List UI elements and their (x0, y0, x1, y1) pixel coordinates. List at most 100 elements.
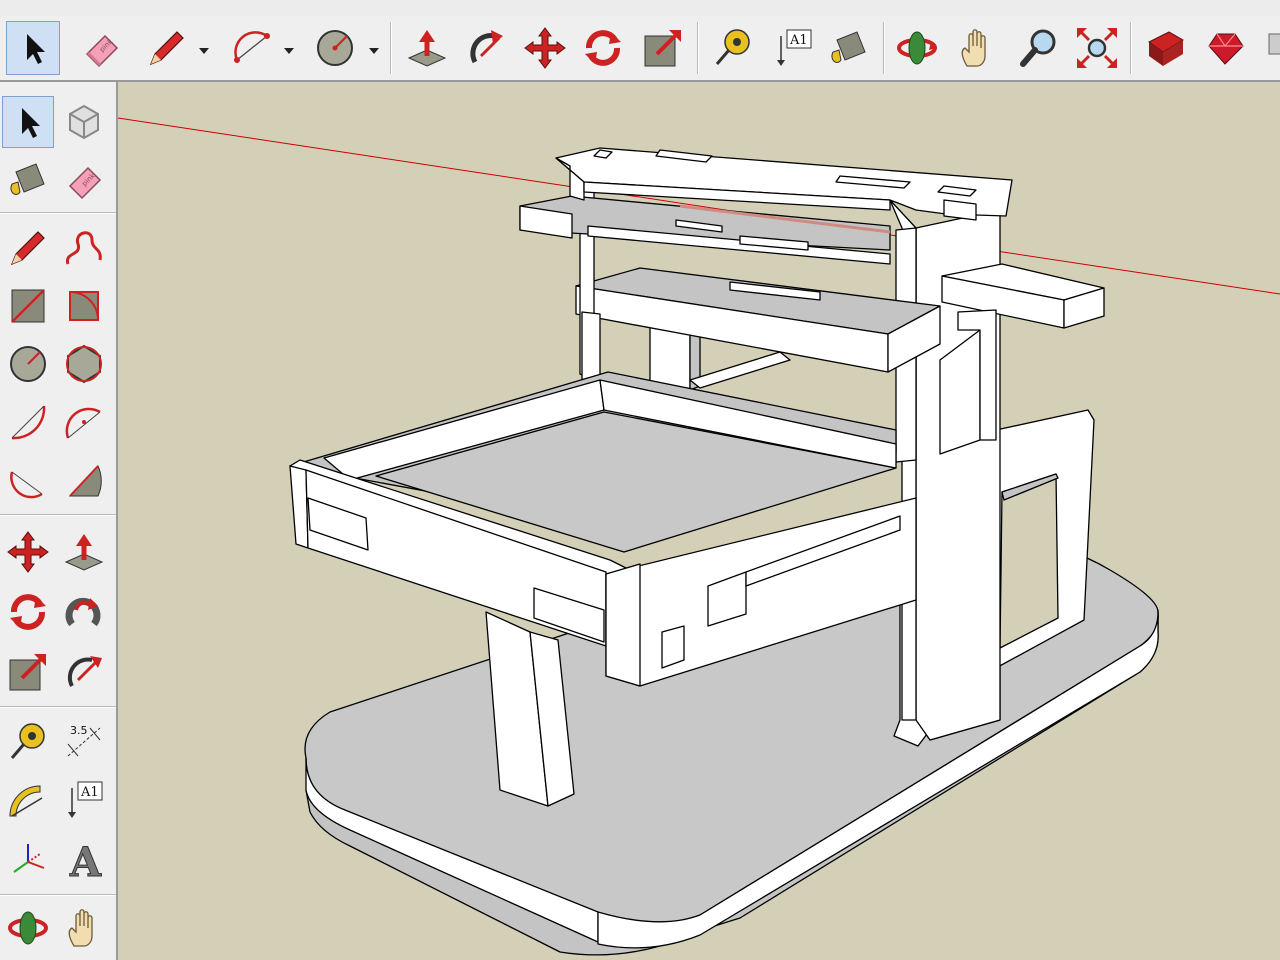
toolbar-divider (697, 22, 699, 74)
circle-icon (10, 346, 46, 382)
sidebar-tape-measure-button[interactable] (2, 716, 54, 768)
3d-text-icon: A (69, 839, 103, 883)
rectangle-icon (11, 289, 45, 323)
follow-me-icon (65, 597, 101, 627)
sidebar-move-button[interactable] (2, 526, 54, 578)
svg-text:A1: A1 (80, 785, 99, 800)
follow-me-tool-button[interactable] (460, 21, 514, 75)
svg-text:A1: A1 (789, 33, 808, 48)
zoom-extents-tool-button[interactable] (1070, 21, 1124, 75)
text-label-icon: A1 (68, 781, 103, 818)
toolbar-divider (883, 22, 885, 74)
sidebar-pie-button[interactable] (58, 454, 110, 506)
orbit-tool-button[interactable] (890, 21, 944, 75)
sidebar-3d-text-button[interactable]: A (58, 834, 110, 886)
sidebar-rotated-rectangle-button[interactable] (58, 280, 110, 332)
sidebar-arc-button[interactable] (2, 396, 54, 448)
eraser-tool-button[interactable]: pink (74, 21, 128, 75)
axes-icon (13, 844, 45, 873)
arc-icon (11, 405, 46, 440)
arc-tool-button[interactable] (224, 21, 278, 75)
move-tool-button[interactable] (518, 21, 572, 75)
zoom-tool-button[interactable] (1012, 21, 1066, 75)
left-toolbar: pink 3.5 A1 A (0, 82, 118, 960)
push-pull-tool-button[interactable] (400, 21, 454, 75)
sidebar-circle-button[interactable] (2, 338, 54, 390)
sidebar-paint-bucket-button[interactable] (2, 154, 54, 206)
rotate-icon (10, 594, 46, 630)
polygon-icon (66, 344, 102, 384)
svg-text:3.5: 3.5 (70, 724, 88, 737)
sidebar-line-button[interactable] (2, 222, 54, 274)
sidebar-three-point-arc-button[interactable] (2, 454, 54, 506)
eraser-icon: pink (85, 34, 119, 68)
sidebar-push-pull-button[interactable] (58, 526, 110, 578)
circle-tool-button[interactable] (308, 21, 362, 75)
sidebar-polygon-button[interactable] (58, 338, 110, 390)
zoom-icon (1020, 29, 1056, 67)
sidebar-make-component-button[interactable] (58, 96, 110, 148)
three-point-arc-icon (10, 471, 43, 499)
pan-tool-button[interactable] (950, 21, 1004, 75)
sidebar-text-button[interactable]: A1 (58, 774, 110, 826)
text-label-icon: A1 (777, 29, 812, 66)
paint-bucket-icon (10, 163, 45, 195)
arc-dropdown-chevron-down-icon[interactable] (283, 46, 295, 56)
pan-hand-icon (961, 29, 986, 67)
text-tool-button[interactable]: A1 (766, 21, 820, 75)
rotated-rectangle-icon (69, 291, 99, 321)
sidebar-freehand-button[interactable] (58, 222, 110, 274)
arrow-cursor-icon (27, 34, 45, 64)
pie-icon (68, 465, 102, 497)
sidebar-axes-button[interactable] (2, 834, 54, 886)
sidebar-dimensions-button[interactable]: 3.5 (58, 716, 110, 768)
sidebar-pan-button[interactable] (58, 902, 110, 954)
warehouse-button[interactable] (1138, 21, 1192, 75)
sidebar-orbit-button[interactable] (2, 902, 54, 954)
svg-text:A: A (69, 839, 102, 882)
circle-dropdown-chevron-down-icon[interactable] (368, 46, 380, 56)
tape-measure-icon (10, 723, 45, 759)
freehand-icon (65, 231, 102, 265)
platen (575, 267, 941, 373)
sidebar-rotate-button[interactable] (2, 586, 54, 638)
sidebar-eraser-button[interactable]: pink (58, 154, 110, 206)
pencil-dropdown-chevron-down-icon[interactable] (198, 46, 210, 56)
extra-toolbar-button[interactable] (1256, 21, 1280, 75)
circle-icon (317, 30, 353, 66)
tape-measure-icon (715, 29, 750, 65)
sidebar-two-point-arc-button[interactable] (58, 396, 110, 448)
dimension-icon: 3.5 (67, 724, 101, 757)
eraser-icon: pink (68, 166, 102, 200)
select-tool-button[interactable] (6, 21, 60, 75)
sidebar-scale-button[interactable] (2, 646, 54, 698)
toolbar-divider (0, 212, 116, 214)
toolbar-divider (390, 22, 392, 74)
sidebar-rectangle-button[interactable] (2, 280, 54, 332)
extension-warehouse-button[interactable] (1198, 21, 1252, 75)
scale-tool-button[interactable] (636, 21, 690, 75)
sidebar-follow-me-button[interactable] (58, 586, 110, 638)
protractor-icon (9, 785, 43, 817)
push-pull-icon (407, 30, 447, 67)
sidebar-offset-button[interactable] (58, 646, 110, 698)
red-axis-line (118, 117, 1280, 295)
tape-measure-tool-button[interactable] (706, 21, 760, 75)
sidebar-protractor-button[interactable] (2, 774, 54, 826)
warehouse-icon (1148, 31, 1184, 66)
component-icon (1268, 33, 1280, 55)
two-point-arc-icon (65, 407, 101, 439)
pencil-icon (149, 31, 184, 66)
pencil-tool-button[interactable] (140, 21, 194, 75)
move-icon (524, 27, 566, 69)
model-viewport[interactable] (118, 82, 1280, 960)
rotate-icon (585, 30, 621, 66)
pan-hand-icon (68, 909, 93, 947)
rotate-tool-button[interactable] (576, 21, 630, 75)
top-toolbar: pink A1 (0, 16, 1280, 82)
paint-bucket-tool-button[interactable] (822, 21, 876, 75)
paint-bucket-icon (831, 31, 866, 63)
zoom-extents-icon (1077, 28, 1117, 68)
upper-toolbar-strip (0, 0, 1280, 17)
sidebar-select-button[interactable] (2, 96, 54, 148)
